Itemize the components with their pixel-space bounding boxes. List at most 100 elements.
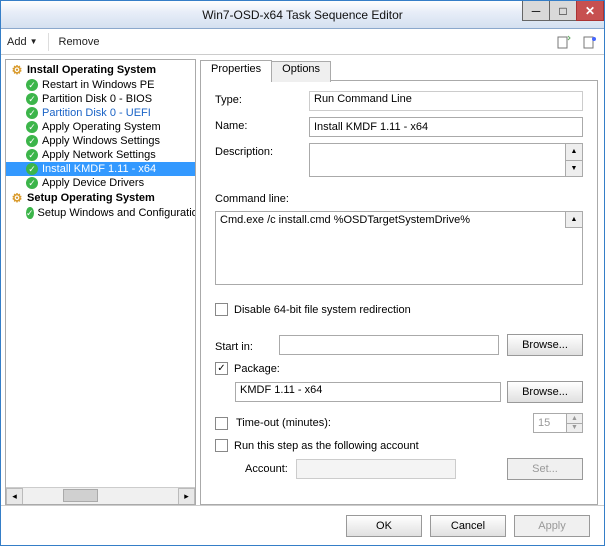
account-input (296, 459, 456, 479)
description-label: Description: (215, 143, 301, 158)
cancel-button[interactable]: Cancel (430, 515, 506, 537)
tree-item[interactable]: ✓ Apply Operating System (6, 120, 195, 134)
check-icon: ✓ (26, 79, 38, 91)
scroll-track[interactable] (23, 488, 178, 505)
tree-item[interactable]: ✓ Apply Network Settings (6, 148, 195, 162)
task-tree[interactable]: ⚙ Install Operating System ✓ Restart in W… (5, 59, 196, 505)
scroll-thumb[interactable] (63, 489, 98, 502)
type-value: Run Command Line (309, 91, 583, 111)
check-icon: ✓ (26, 163, 38, 175)
right-pane: Properties Options Type: Run Command Lin… (196, 55, 604, 505)
window-buttons: ─ □ ✕ (523, 1, 604, 21)
account-label: Account: (245, 463, 288, 475)
package-browse-button[interactable]: Browse... (507, 381, 583, 403)
scroll-right-icon[interactable]: ▸ (178, 488, 195, 505)
checkbox-unchecked[interactable] (215, 303, 228, 316)
chevron-down-icon: ▼ (30, 37, 38, 46)
window-title: Win7-OSD-x64 Task Sequence Editor (1, 8, 604, 22)
maximize-button[interactable]: □ (549, 1, 577, 21)
commandline-text: Cmd.exe /c install.cmd %OSDTargetSystemD… (220, 214, 470, 226)
check-icon: ✓ (26, 207, 34, 219)
toolbar: Add ▼ Remove (1, 29, 604, 55)
check-icon: ✓ (26, 107, 38, 119)
tree-item-label: Partition Disk 0 - BIOS (42, 93, 152, 105)
commandline-label: Command line: (215, 193, 583, 205)
main-split: ⚙ Install Operating System ✓ Restart in W… (1, 55, 604, 505)
scroll-buttons[interactable]: ▲▼ (565, 144, 582, 176)
redirect-label: Disable 64-bit file system redirection (234, 304, 411, 316)
startin-browse-button[interactable]: Browse... (507, 334, 583, 356)
checkbox-unchecked[interactable] (215, 417, 228, 430)
checkbox-checked[interactable]: ✓ (215, 362, 228, 375)
commandline-input[interactable]: Cmd.exe /c install.cmd %OSDTargetSystemD… (215, 211, 583, 285)
tree-item-label: Partition Disk 0 - UEFI (42, 107, 151, 119)
scroll-left-icon[interactable]: ◂ (6, 488, 23, 505)
startin-label: Start in: (215, 338, 271, 353)
titlebar: Win7-OSD-x64 Task Sequence Editor ─ □ ✕ (1, 1, 604, 29)
runas-label: Run this step as the following account (234, 440, 419, 452)
up-arrow-icon[interactable]: ▲ (565, 212, 582, 228)
check-icon: ✓ (26, 121, 38, 133)
down-arrow-icon[interactable]: ▼ (565, 161, 582, 177)
runas-checkbox-row[interactable]: Run this step as the following account (215, 439, 583, 452)
tree-item[interactable]: ✓ Apply Windows Settings (6, 134, 195, 148)
timeout-label: Time-out (minutes): (236, 417, 331, 429)
tree-item-label: Apply Operating System (42, 121, 161, 133)
package-value: KMDF 1.11 - x64 (235, 382, 501, 402)
check-icon: ✓ (26, 135, 38, 147)
gear-icon: ⚙ (10, 63, 24, 77)
tree-item[interactable]: ✓ Apply Device Drivers (6, 176, 195, 190)
check-icon: ✓ (26, 93, 38, 105)
new-item-icon[interactable] (556, 34, 572, 50)
group-label: Setup Operating System (27, 192, 155, 204)
tree-item[interactable]: ✓ Setup Windows and Configuration (6, 206, 195, 220)
ok-button[interactable]: OK (346, 515, 422, 537)
tree-item-label: Setup Windows and Configuration (38, 207, 196, 219)
check-icon: ✓ (26, 149, 38, 161)
tree-item[interactable]: ✓ Restart in Windows PE (6, 78, 195, 92)
gear-icon: ⚙ (10, 191, 24, 205)
tree-item[interactable]: ✓ Partition Disk 0 - BIOS (6, 92, 195, 106)
add-menu[interactable]: Add ▼ (7, 36, 38, 48)
tree-item[interactable]: ✓ Partition Disk 0 - UEFI (6, 106, 195, 120)
tree-item-label: Apply Network Settings (42, 149, 156, 161)
checkbox-unchecked[interactable] (215, 439, 228, 452)
remove-button[interactable]: Remove (59, 36, 100, 48)
properties-panel: Type: Run Command Line Name: Description… (200, 80, 598, 505)
tree-item-label: Install KMDF 1.11 - x64 (42, 163, 156, 175)
type-label: Type: (215, 91, 301, 106)
remove-label: Remove (59, 36, 100, 48)
spin-down-icon: ▼ (566, 424, 582, 433)
properties-icon[interactable] (582, 34, 598, 50)
description-input[interactable]: ▲▼ (309, 143, 583, 177)
tree-item-label: Apply Device Drivers (42, 177, 144, 189)
name-input[interactable] (309, 117, 583, 137)
startin-input[interactable] (279, 335, 499, 355)
package-checkbox-row[interactable]: ✓ Package: (215, 362, 583, 375)
close-button[interactable]: ✕ (576, 1, 604, 21)
tree-item-selected[interactable]: ✓ Install KMDF 1.11 - x64 (6, 162, 195, 176)
minimize-button[interactable]: ─ (522, 1, 550, 21)
separator (48, 33, 49, 51)
spin-up-icon: ▲ (566, 414, 582, 424)
tab-properties[interactable]: Properties (200, 60, 272, 81)
left-pane: ⚙ Install Operating System ✓ Restart in W… (1, 55, 196, 505)
tree-group-setup-os[interactable]: ⚙ Setup Operating System (6, 190, 195, 206)
set-account-button: Set... (507, 458, 583, 480)
name-label: Name: (215, 117, 301, 132)
redirect-checkbox-row[interactable]: Disable 64-bit file system redirection (215, 303, 583, 316)
timeout-value: 15 (538, 417, 550, 429)
tab-strip: Properties Options (200, 59, 598, 80)
up-arrow-icon[interactable]: ▲ (565, 144, 582, 161)
horizontal-scrollbar[interactable]: ◂ ▸ (6, 487, 195, 504)
tree-item-label: Restart in Windows PE (42, 79, 154, 91)
tab-options[interactable]: Options (271, 61, 331, 82)
apply-button: Apply (514, 515, 590, 537)
tree-group-install-os[interactable]: ⚙ Install Operating System (6, 62, 195, 78)
add-label: Add (7, 36, 27, 48)
tree-item-label: Apply Windows Settings (42, 135, 160, 147)
check-icon: ✓ (26, 177, 38, 189)
dialog-footer: OK Cancel Apply (1, 505, 604, 545)
timeout-spinner: 15 ▲▼ (533, 413, 583, 433)
group-label: Install Operating System (27, 64, 156, 76)
